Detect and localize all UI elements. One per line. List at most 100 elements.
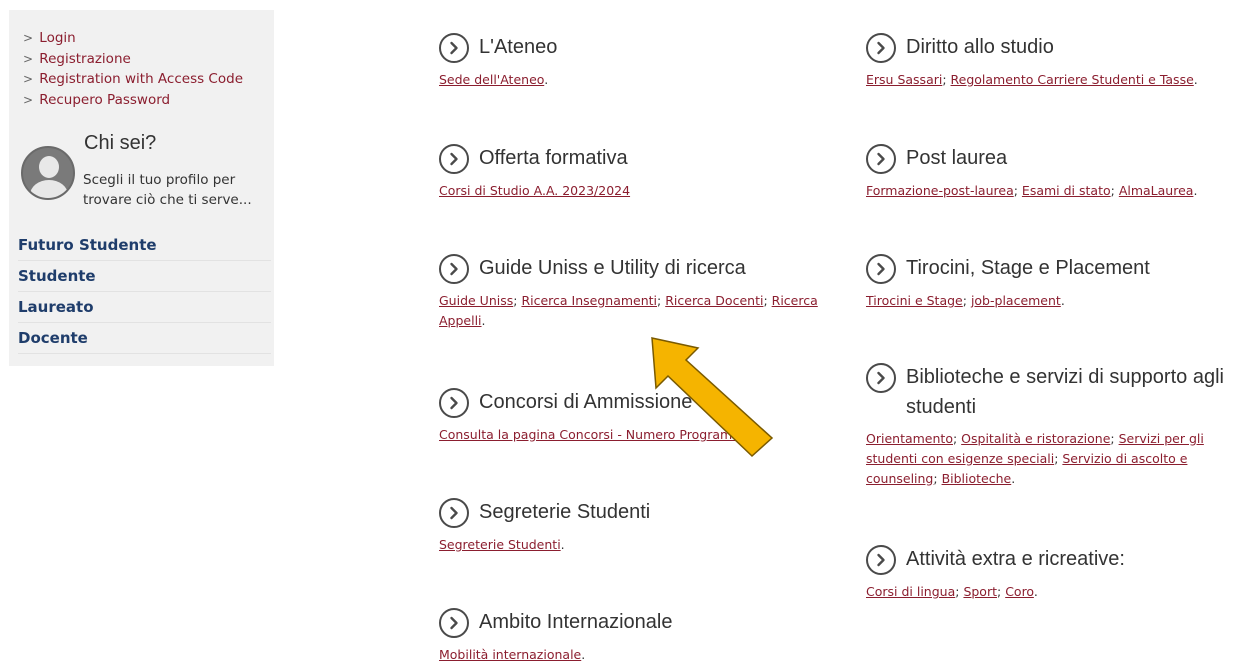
login-link[interactable]: Login — [39, 30, 75, 46]
access-code-link[interactable]: Registration with Access Code — [39, 71, 243, 87]
section-header[interactable]: Ambito Internazionale — [439, 607, 839, 638]
section-header[interactable]: Attività extra e ricreative: — [866, 544, 1257, 575]
link-job-placement[interactable]: job-placement — [971, 293, 1061, 308]
auth-link-recover[interactable]: > Recupero Password — [23, 90, 243, 111]
link-tail: . — [1033, 584, 1038, 599]
password-recovery-link[interactable]: Recupero Password — [39, 92, 170, 108]
section-header[interactable]: Concorsi di Ammissione — [439, 387, 839, 418]
link-tail: . — [544, 72, 549, 87]
profile-description: Scegli il tuo profilo per trovare ciò ch… — [83, 172, 252, 208]
role-student[interactable]: Studente — [18, 261, 271, 292]
chevron-right-icon: > — [23, 92, 34, 107]
section-header[interactable]: Guide Uniss e Utility di ricerca — [439, 253, 839, 284]
section-offerta-formativa: Offerta formativa Corsi di Studio A.A. 20… — [439, 143, 839, 201]
section-title: Guide Uniss e Utility di ricerca — [479, 257, 746, 279]
chevron-circle-right-icon[interactable] — [439, 144, 469, 174]
link-ospitalita-e-ristorazione[interactable]: Ospitalità e ristorazione — [961, 431, 1110, 446]
chevron-circle-right-icon[interactable] — [439, 254, 469, 284]
section-ambito-internazionale: Ambito Internazionale Mobilità internazio… — [439, 607, 839, 665]
section-title: Tirocini, Stage e Placement — [906, 257, 1150, 279]
section-links: Guide Uniss; Ricerca Insegnamenti; Ricer… — [439, 293, 818, 328]
section-attivita-extra-e-ricreative: Attività extra e ricreative: Corsi di lin… — [866, 544, 1257, 602]
avatar-icon — [21, 146, 75, 200]
link-sport[interactable]: Sport — [963, 584, 997, 599]
chevron-circle-right-icon[interactable] — [439, 388, 469, 418]
section-links: Sede dell'Ateneo. — [439, 70, 839, 90]
link-tail: . — [560, 537, 565, 552]
link-biblioteche[interactable]: Biblioteche — [942, 471, 1012, 486]
profile-title: Chi sei? — [84, 132, 157, 154]
link-tail: . — [1011, 471, 1016, 486]
chevron-right-icon: > — [23, 31, 34, 45]
link-tail: . — [1060, 293, 1065, 308]
section-tirocini-stage-e-placement: Tirocini, Stage e Placement Tirocini e St… — [866, 253, 1257, 311]
section-diritto-allo-studio: Diritto allo studio Ersu Sassari; Regolam… — [866, 32, 1257, 90]
section-guide-uniss-e-utility-di-ricerca: Guide Uniss e Utility di ricerca Guide Un… — [439, 253, 839, 331]
section-links: Consulta la pagina Concorsi - Numero Pro… — [439, 425, 839, 445]
link-segreterie-studenti[interactable]: Segreterie Studenti — [439, 537, 561, 552]
section-header[interactable]: Biblioteche e servizi di supporto agli s… — [866, 362, 1248, 422]
link-formazione-post-laurea[interactable]: Formazione-post-laurea — [866, 183, 1014, 198]
link-sede-dell-ateneo[interactable]: Sede dell'Ateneo — [439, 72, 544, 87]
section-header[interactable]: Offerta formativa — [439, 143, 839, 174]
chevron-circle-right-icon[interactable] — [439, 33, 469, 63]
chevron-circle-right-icon[interactable] — [866, 33, 896, 63]
section-links: Formazione-post-laurea; Esami di stato; … — [866, 183, 1198, 198]
link-corsi-di-lingua[interactable]: Corsi di lingua — [866, 584, 955, 599]
section-header[interactable]: Tirocini, Stage e Placement — [866, 253, 1257, 284]
chevron-right-icon: > — [23, 51, 34, 66]
section-title: Ambito Internazionale — [479, 611, 673, 633]
registration-link[interactable]: Registrazione — [39, 51, 131, 67]
link-regolamento-carriere-studenti-e-tasse[interactable]: Regolamento Carriere Studenti e Tasse — [951, 72, 1194, 87]
chevron-circle-right-icon[interactable] — [439, 608, 469, 638]
section-links: Ersu Sassari; Regolamento Carriere Stude… — [866, 72, 1198, 87]
chevron-circle-right-icon[interactable] — [866, 144, 896, 174]
auth-link-login[interactable]: > Login — [23, 28, 243, 49]
link-mobilita-internazionale[interactable]: Mobilità internazionale — [439, 647, 581, 662]
chevron-circle-right-icon[interactable] — [866, 254, 896, 284]
sidebar: > Login > Registrazione > Registration w… — [9, 10, 274, 366]
section-links: Corsi di Studio A.A. 2023/2024 — [439, 181, 839, 201]
link-esami-di-stato[interactable]: Esami di stato — [1022, 183, 1111, 198]
role-menu: Futuro Studente Studente Laureato Docent… — [18, 230, 271, 354]
auth-link-access-code[interactable]: > Registration with Access Code — [23, 69, 243, 90]
link-ricerca-insegnamenti[interactable]: Ricerca Insegnamenti — [521, 293, 657, 308]
section-header[interactable]: Post laurea — [866, 143, 1257, 174]
section-biblioteche-e-servizi-di-supporto-agli-studenti: Biblioteche e servizi di supporto agli s… — [866, 362, 1248, 489]
link-consulta-la-pagina-concorsi-numero-programmato[interactable]: Consulta la pagina Concorsi - Numero Pro… — [439, 427, 765, 442]
role-teacher[interactable]: Docente — [18, 323, 271, 354]
link-corsi-di-studio-a-a-2023-2024[interactable]: Corsi di Studio A.A. 2023/2024 — [439, 183, 630, 198]
section-segreterie-studenti: Segreterie Studenti Segreterie Studenti. — [439, 497, 839, 555]
section-title: Offerta formativa — [479, 147, 628, 169]
link-guide-uniss[interactable]: Guide Uniss — [439, 293, 513, 308]
section-header[interactable]: L'Ateneo — [439, 32, 839, 63]
section-links: Segreterie Studenti. — [439, 535, 839, 555]
role-future-student[interactable]: Futuro Studente — [18, 230, 271, 261]
link-tail: . — [1193, 183, 1198, 198]
section-header[interactable]: Diritto allo studio — [866, 32, 1257, 63]
section-title: Diritto allo studio — [906, 36, 1054, 58]
chevron-circle-right-icon[interactable] — [439, 498, 469, 528]
chevron-circle-right-icon[interactable] — [866, 363, 896, 393]
section-concorsi-di-ammissione: Concorsi di Ammissione Consulta la pagina… — [439, 387, 839, 445]
link-ricerca-docenti[interactable]: Ricerca Docenti — [665, 293, 763, 308]
auth-links: > Login > Registrazione > Registration w… — [23, 28, 243, 110]
link-almalaurea[interactable]: AlmaLaurea — [1119, 183, 1194, 198]
link-orientamento[interactable]: Orientamento — [866, 431, 953, 446]
chevron-right-icon: > — [23, 72, 34, 86]
link-ersu-sassari[interactable]: Ersu Sassari — [866, 72, 942, 87]
link-tail: . — [481, 313, 486, 328]
section-l-ateneo: L'Ateneo Sede dell'Ateneo. — [439, 32, 839, 90]
section-title: Post laurea — [906, 147, 1008, 169]
section-title: Concorsi di Ammissione — [479, 391, 693, 413]
link-tail: . — [581, 647, 586, 662]
section-header[interactable]: Segreterie Studenti — [439, 497, 839, 528]
link-tirocini-e-stage[interactable]: Tirocini e Stage — [866, 293, 963, 308]
link-coro[interactable]: Coro — [1005, 584, 1034, 599]
section-title: L'Ateneo — [479, 36, 558, 58]
auth-link-register[interactable]: > Registrazione — [23, 49, 243, 70]
role-graduate[interactable]: Laureato — [18, 292, 271, 323]
section-links: Tirocini e Stage; job-placement. — [866, 293, 1065, 308]
profile-box: Chi sei? Scegli il tuo profilo per trova… — [21, 132, 271, 212]
chevron-circle-right-icon[interactable] — [866, 545, 896, 575]
